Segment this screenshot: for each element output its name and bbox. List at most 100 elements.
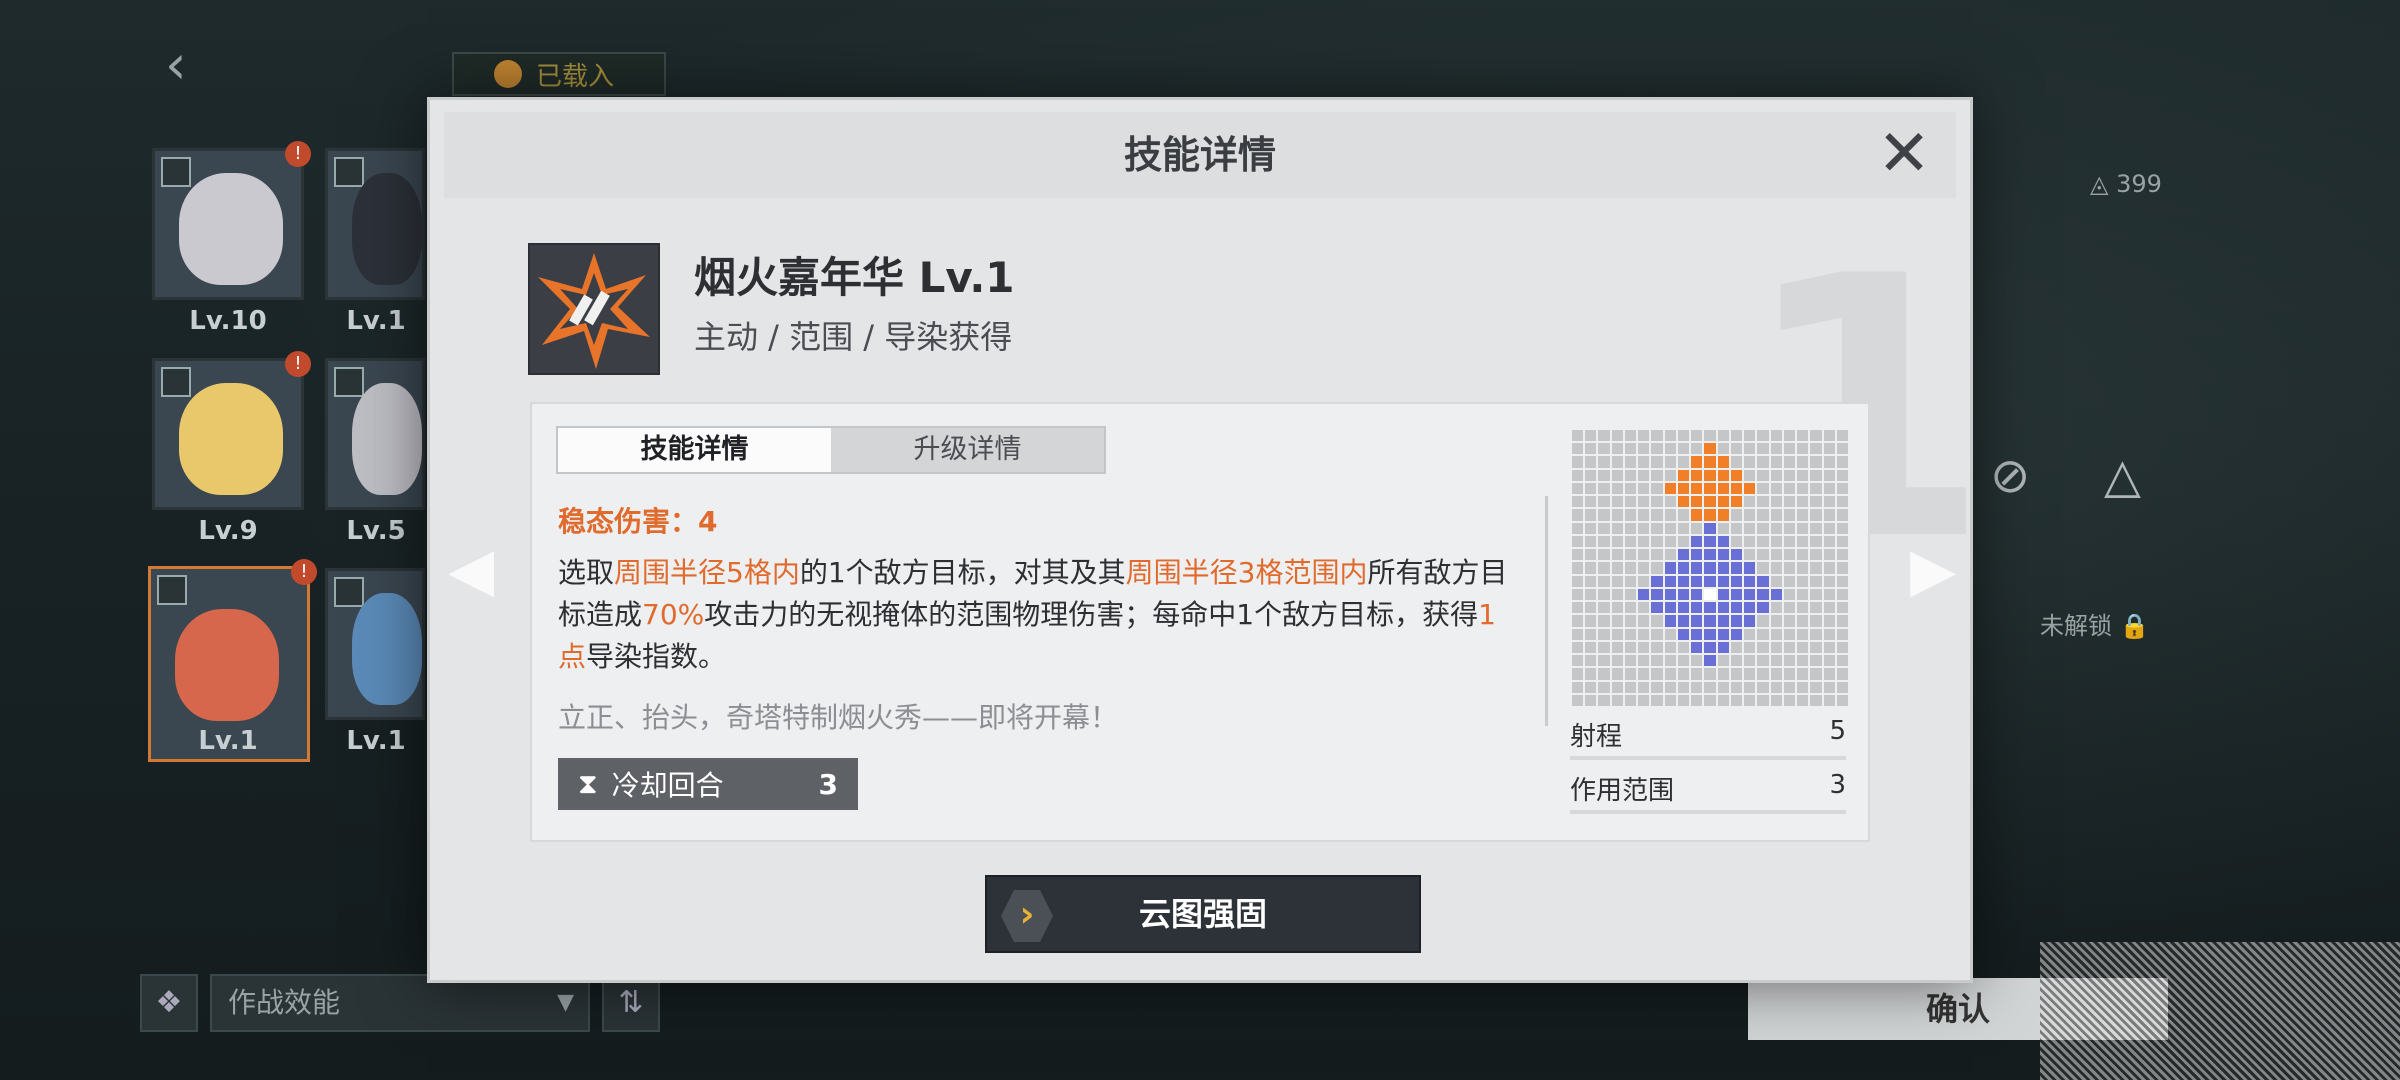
range-cell <box>1691 549 1703 561</box>
character-card[interactable]: ! <box>152 141 311 300</box>
range-cell <box>1757 456 1769 468</box>
range-cell <box>1651 509 1663 521</box>
range-cell <box>1783 549 1796 561</box>
badge-icon <box>494 60 522 88</box>
loaded-tag-label: 已载入 <box>536 61 615 92</box>
range-cell <box>1836 535 1848 548</box>
range-cell <box>1572 681 1584 693</box>
range-cell <box>1572 443 1584 455</box>
range-cell <box>1757 430 1769 442</box>
range-cell <box>1638 549 1650 561</box>
range-cell <box>1611 522 1623 534</box>
tab-skill-details[interactable]: 技能详情 <box>558 428 831 472</box>
range-cell <box>1810 456 1822 468</box>
steady-damage: 稳态伤害：4 <box>558 505 718 538</box>
range-cell <box>1823 681 1835 693</box>
range-cell <box>1730 522 1743 534</box>
range-cell <box>1624 641 1637 653</box>
range-cell <box>1664 681 1676 693</box>
prev-arrow-icon[interactable]: ◀ <box>448 540 494 600</box>
range-cell <box>1770 482 1782 495</box>
range-cell <box>1664 549 1676 561</box>
range-cell <box>1677 641 1690 653</box>
class-icon <box>334 367 364 397</box>
range-cell <box>1704 575 1716 587</box>
range-cell <box>1770 535 1782 548</box>
range-cell <box>1810 641 1822 653</box>
range-cell <box>1744 522 1756 534</box>
range-cell <box>1783 562 1796 574</box>
range-cell <box>1836 588 1848 601</box>
range-cell <box>1677 549 1690 561</box>
range-cell <box>1664 655 1676 667</box>
desc-highlight: 周围半径3格范围内 <box>1125 556 1368 589</box>
sort-select-label: 作战效能 <box>228 986 341 1019</box>
range-cell <box>1810 482 1822 495</box>
skill-detail-modal: 技能详情 ✕ 1 烟火嘉年华 Lv.1 主动 / 范围 / 导染获得 技能详情 … <box>427 97 1991 983</box>
skill-slot-icon[interactable]: ⊘ <box>1990 448 2060 518</box>
range-cell <box>1730 615 1743 627</box>
range-cell <box>1797 602 1809 614</box>
range-cell <box>1797 469 1809 481</box>
skill-slot-icon[interactable]: △ <box>2104 448 2174 518</box>
character-card[interactable] <box>325 358 425 510</box>
range-cell <box>1611 575 1623 587</box>
range-cell <box>1717 694 1729 706</box>
close-icon[interactable]: ✕ <box>1876 122 1932 186</box>
cooldown-value: 3 <box>818 767 838 801</box>
range-cell <box>1677 509 1690 521</box>
range-cell <box>1810 509 1822 521</box>
range-cell <box>1770 602 1782 614</box>
range-cell <box>1691 456 1703 468</box>
range-cell <box>1757 655 1769 667</box>
character-card[interactable] <box>325 568 425 720</box>
filter-icon[interactable]: ❖ <box>140 974 198 1032</box>
range-cell <box>1783 496 1796 508</box>
range-cell <box>1836 641 1848 653</box>
range-cell <box>1717 588 1729 601</box>
character-card[interactable] <box>325 148 425 300</box>
range-cell <box>1624 549 1637 561</box>
range-cell <box>1783 641 1796 653</box>
range-cell <box>1677 562 1690 574</box>
range-cell <box>1810 615 1822 627</box>
range-cell <box>1783 456 1796 468</box>
range-cell <box>1810 575 1822 587</box>
character-portrait <box>352 593 422 705</box>
next-arrow-icon[interactable]: ▶ <box>1910 540 1956 600</box>
range-cell <box>1717 641 1729 653</box>
back-arrow-icon[interactable]: ‹ <box>165 38 205 92</box>
range-cell <box>1836 628 1848 640</box>
character-card[interactable]: ! <box>152 351 311 510</box>
class-icon <box>157 575 187 605</box>
alert-icon: ! <box>285 141 311 167</box>
range-cell <box>1598 469 1610 481</box>
range-cell <box>1744 469 1756 481</box>
range-cell <box>1677 522 1690 534</box>
loaded-tag: 已载入 <box>452 52 666 96</box>
class-icon <box>334 157 364 187</box>
range-cell <box>1704 588 1716 601</box>
range-cell <box>1638 694 1650 706</box>
range-cell <box>1783 615 1796 627</box>
range-cell <box>1823 615 1835 627</box>
range-cell <box>1823 562 1835 574</box>
range-cell <box>1730 602 1743 614</box>
range-cell <box>1730 482 1743 495</box>
stat-area: 作用范围 3 <box>1570 770 1846 814</box>
range-cell <box>1810 681 1822 693</box>
range-cell <box>1797 628 1809 640</box>
strengthen-button[interactable]: › 云图强固 <box>985 875 1421 953</box>
range-cell <box>1836 681 1848 693</box>
divider <box>1545 496 1548 726</box>
tab-upgrade-details[interactable]: 升级详情 <box>831 428 1104 472</box>
range-cell <box>1572 430 1584 442</box>
range-cell <box>1797 668 1809 680</box>
range-cell <box>1744 443 1756 455</box>
range-cell <box>1598 535 1610 548</box>
range-cell <box>1691 615 1703 627</box>
range-cell <box>1757 482 1769 495</box>
range-cell <box>1664 443 1676 455</box>
range-cell <box>1611 535 1623 548</box>
range-cell <box>1744 482 1756 495</box>
